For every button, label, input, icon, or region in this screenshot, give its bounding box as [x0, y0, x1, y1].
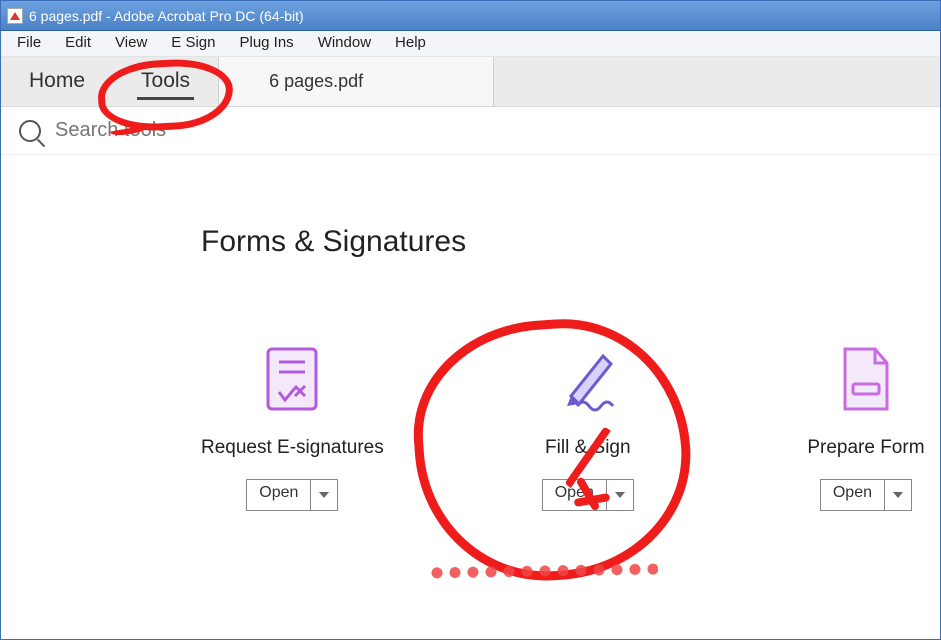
- tool-label: Request E-signatures: [201, 437, 384, 459]
- open-split-button[interactable]: Open: [246, 479, 338, 511]
- open-split-button[interactable]: Open: [820, 479, 912, 511]
- tab-tools[interactable]: Tools: [113, 57, 218, 106]
- annotation-dotted-underline: [428, 560, 658, 584]
- open-button[interactable]: Open: [247, 480, 311, 510]
- open-dropdown[interactable]: [311, 480, 337, 510]
- menubar: File Edit View E Sign Plug Ins Window He…: [1, 31, 940, 57]
- tool-label: Prepare Form: [792, 437, 940, 459]
- pen-sign-icon: [514, 339, 662, 419]
- open-dropdown[interactable]: [607, 480, 633, 510]
- open-button[interactable]: Open: [543, 480, 607, 510]
- menu-esign[interactable]: E Sign: [159, 31, 227, 56]
- open-button[interactable]: Open: [821, 480, 885, 510]
- tool-row: Request E-signatures Open Fill & Sign Op…: [201, 339, 940, 511]
- tools-content: Forms & Signatures Request E-signatures …: [1, 155, 940, 511]
- tool-label: Fill & Sign: [514, 437, 662, 459]
- section-title: Forms & Signatures: [201, 225, 940, 259]
- search-icon: [19, 120, 41, 142]
- tabbar: Home Tools 6 pages.pdf: [1, 57, 940, 107]
- menu-edit[interactable]: Edit: [53, 31, 103, 56]
- tool-fill-and-sign[interactable]: Fill & Sign Open: [514, 339, 662, 511]
- tool-request-esignatures[interactable]: Request E-signatures Open: [201, 339, 384, 511]
- menu-view[interactable]: View: [103, 31, 159, 56]
- menu-window[interactable]: Window: [306, 31, 383, 56]
- tab-home[interactable]: Home: [1, 57, 113, 106]
- menu-plugins[interactable]: Plug Ins: [227, 31, 305, 56]
- chevron-down-icon: [615, 492, 625, 498]
- titlebar: 6 pages.pdf - Adobe Acrobat Pro DC (64-b…: [1, 1, 940, 31]
- search-input[interactable]: [53, 118, 353, 143]
- menu-help[interactable]: Help: [383, 31, 438, 56]
- chevron-down-icon: [893, 492, 903, 498]
- chevron-down-icon: [319, 492, 329, 498]
- open-dropdown[interactable]: [885, 480, 911, 510]
- window-title: 6 pages.pdf - Adobe Acrobat Pro DC (64-b…: [29, 8, 304, 24]
- pdf-file-icon: [7, 8, 23, 24]
- search-bar: [1, 107, 940, 155]
- form-page-icon: [792, 339, 940, 419]
- document-signature-icon: [201, 339, 384, 419]
- open-split-button[interactable]: Open: [542, 479, 634, 511]
- menu-file[interactable]: File: [5, 31, 53, 56]
- tool-prepare-form[interactable]: Prepare Form Open: [792, 339, 940, 511]
- tab-document[interactable]: 6 pages.pdf: [218, 57, 494, 106]
